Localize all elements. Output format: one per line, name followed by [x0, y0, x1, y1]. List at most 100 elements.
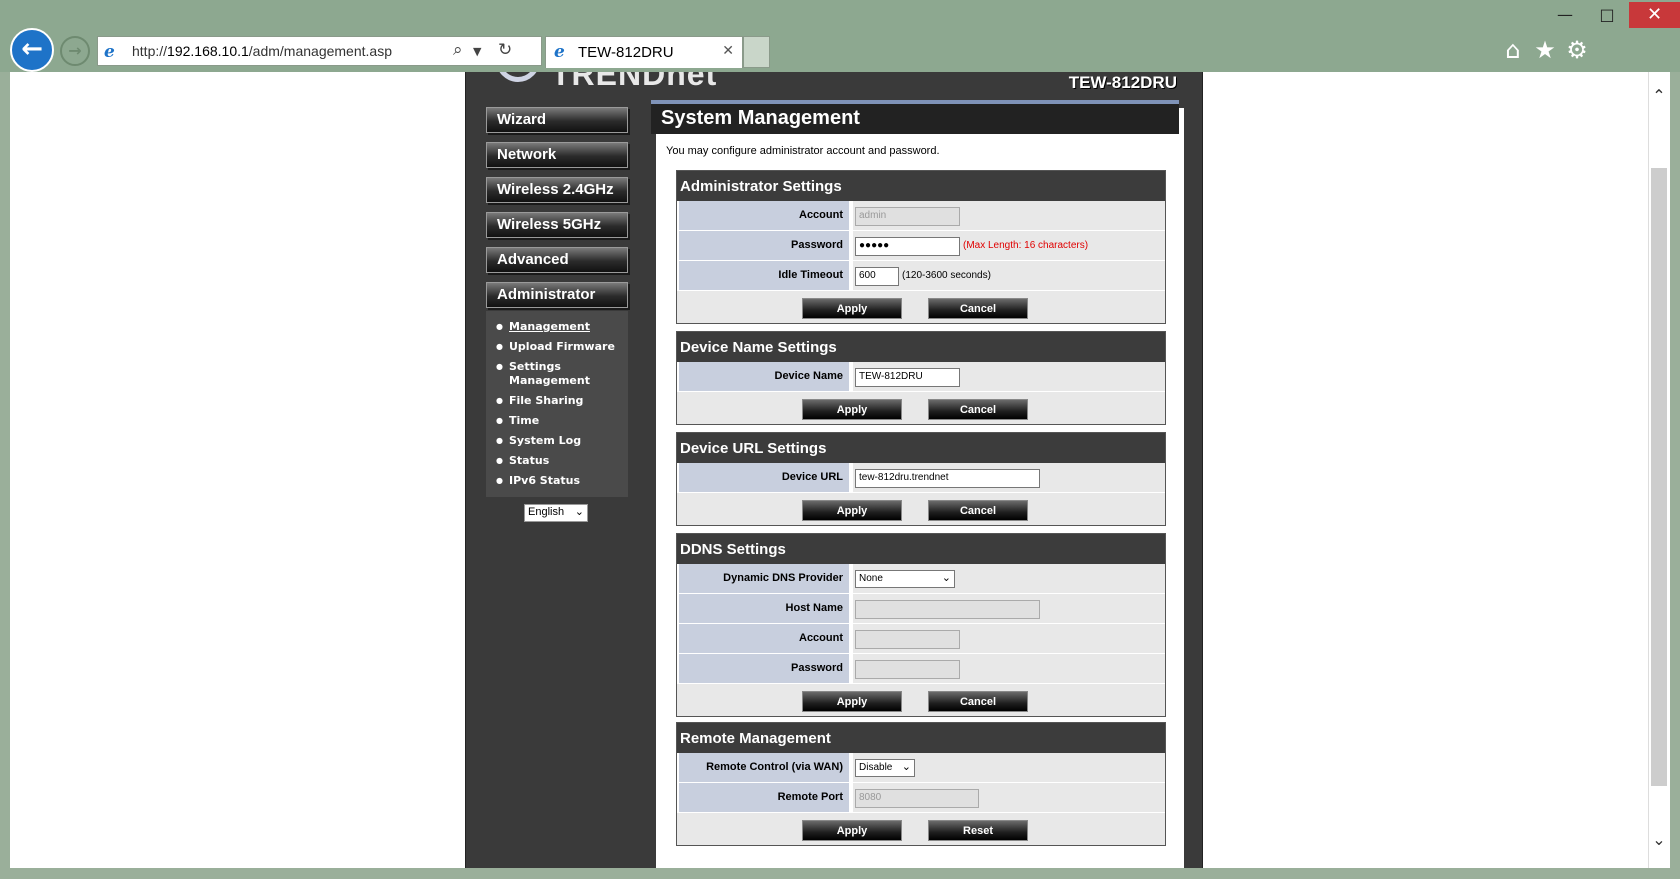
ddns-apply-button[interactable]: Apply: [802, 691, 902, 712]
search-icon[interactable]: ⌕: [453, 40, 463, 60]
brand-logo-text: TRENDnet: [551, 72, 718, 92]
back-icon[interactable]: ←: [10, 28, 54, 72]
button-row: Apply Cancel: [677, 493, 1165, 525]
device-url-field[interactable]: tew-812dru.trendnet: [855, 469, 1040, 488]
admin-cancel-button[interactable]: Cancel: [928, 298, 1028, 319]
ddns-provider-value: None: [859, 573, 883, 584]
device-url-label: Device URL: [679, 463, 849, 492]
form-row: Host Name: [677, 594, 1165, 624]
password-hint: (Max Length: 16 characters): [963, 240, 1089, 251]
home-icon[interactable]: ⌂: [1498, 36, 1528, 64]
router-page: TRENDnet TEW-812DRU Wizard Network Wirel…: [465, 72, 1203, 868]
new-tab-button[interactable]: [743, 36, 770, 68]
address-bar[interactable]: e http://192.168.10.1/adm/management.asp…: [97, 36, 542, 66]
refresh-icon[interactable]: ↻: [498, 40, 512, 60]
button-row: Apply Reset: [677, 813, 1165, 845]
submenu-upload-firmware[interactable]: Upload Firmware: [496, 337, 628, 357]
device-name-apply-button[interactable]: Apply: [802, 399, 902, 420]
form-row: Dynamic DNS Provider None ⌄: [677, 564, 1165, 594]
button-row: Apply Cancel: [677, 684, 1165, 716]
idle-timeout-hint: (120-3600 seconds): [902, 270, 991, 281]
language-value: English: [528, 506, 565, 518]
idle-timeout-label: Idle Timeout: [679, 261, 849, 290]
ddns-account-label: Account: [679, 624, 849, 653]
remote-control-select[interactable]: Disable ⌄: [855, 759, 915, 777]
section-title: Administrator Settings: [677, 171, 1165, 201]
ie-icon: e: [554, 42, 565, 62]
gear-icon[interactable]: ⚙: [1562, 36, 1592, 64]
main-content: System Management You may configure admi…: [651, 100, 1184, 868]
account-label: Account: [679, 201, 849, 230]
section-title: DDNS Settings: [677, 534, 1165, 564]
chevron-down-icon: ⌄: [941, 572, 951, 584]
remote-control-value: Disable: [859, 762, 893, 773]
remote-port-label: Remote Port: [679, 783, 849, 812]
submenu-time[interactable]: Time: [496, 411, 628, 431]
submenu-management[interactable]: Management: [496, 317, 628, 337]
remote-port-field: 8080: [855, 789, 979, 808]
menu-wizard[interactable]: Wizard: [486, 107, 628, 133]
ddns-provider-select[interactable]: None ⌄: [855, 570, 955, 588]
dropdown-icon[interactable]: ▼: [473, 45, 481, 58]
form-row: Account admin: [677, 201, 1165, 231]
tab-title: TEW-812DRU: [578, 44, 674, 61]
admin-submenu: Management Upload Firmware Settings Mana…: [486, 311, 628, 497]
form-row: Idle Timeout 600 (120-3600 seconds): [677, 261, 1165, 291]
trendnet-logo-icon: [496, 72, 540, 82]
form-row: Account: [677, 624, 1165, 654]
intro-text: You may configure administrator account …: [666, 145, 940, 157]
button-row: Apply Cancel: [677, 291, 1165, 323]
submenu-file-sharing[interactable]: File Sharing: [496, 391, 628, 411]
close-tab-icon[interactable]: ✕: [722, 43, 734, 59]
submenu-ipv6-status[interactable]: IPv6 Status: [496, 471, 628, 491]
scroll-down-icon[interactable]: ⌄: [1650, 830, 1668, 849]
password-label: Password: [679, 231, 849, 260]
submenu-system-log[interactable]: System Log: [496, 431, 628, 451]
close-icon[interactable]: ✕: [1629, 2, 1680, 28]
ddns-password-label: Password: [679, 654, 849, 683]
forward-icon[interactable]: →: [60, 36, 90, 66]
button-row: Apply Cancel: [677, 392, 1165, 424]
remote-reset-button[interactable]: Reset: [928, 820, 1028, 841]
minimize-icon[interactable]: —: [1545, 2, 1585, 28]
submenu-status[interactable]: Status: [496, 451, 628, 471]
host-name-label: Host Name: [679, 594, 849, 623]
ddns-cancel-button[interactable]: Cancel: [928, 691, 1028, 712]
menu-administrator[interactable]: Administrator: [486, 282, 628, 308]
section-title: Device Name Settings: [677, 332, 1165, 362]
scroll-up-icon[interactable]: ⌃: [1650, 86, 1668, 105]
menu-wireless-5[interactable]: Wireless 5GHz: [486, 212, 628, 238]
page-title: System Management: [661, 107, 860, 129]
page-title-bar: System Management: [651, 100, 1179, 134]
form-row: Remote Port 8080: [677, 783, 1165, 813]
admin-password-field[interactable]: ●●●●●: [855, 237, 960, 256]
menu-wireless-24[interactable]: Wireless 2.4GHz: [486, 177, 628, 203]
language-select[interactable]: English ⌄: [524, 504, 588, 522]
device-name-field[interactable]: TEW-812DRU: [855, 368, 960, 387]
maximize-icon[interactable]: □: [1585, 2, 1629, 28]
device-url-section: Device URL Settings Device URL tew-812dr…: [676, 432, 1166, 526]
device-name-label: Device Name: [679, 362, 849, 391]
ddns-section: DDNS Settings Dynamic DNS Provider None ⌄…: [676, 533, 1166, 717]
remote-apply-button[interactable]: Apply: [802, 820, 902, 841]
form-row: Device Name TEW-812DRU: [677, 362, 1165, 392]
admin-account-field: admin: [855, 207, 960, 226]
address-url[interactable]: http://192.168.10.1/adm/management.asp: [132, 43, 392, 59]
device-name-cancel-button[interactable]: Cancel: [928, 399, 1028, 420]
device-url-apply-button[interactable]: Apply: [802, 500, 902, 521]
browser-tab[interactable]: e TEW-812DRU ✕: [545, 36, 743, 68]
idle-timeout-field[interactable]: 600: [855, 267, 899, 286]
ddns-password-field: [855, 660, 960, 679]
admin-apply-button[interactable]: Apply: [802, 298, 902, 319]
menu-network[interactable]: Network: [486, 142, 628, 168]
favorites-icon[interactable]: ★: [1530, 36, 1560, 64]
menu-advanced[interactable]: Advanced: [486, 247, 628, 273]
remote-management-section: Remote Management Remote Control (via WA…: [676, 722, 1166, 846]
ddns-provider-label: Dynamic DNS Provider: [679, 564, 849, 593]
chevron-down-icon: ⌄: [574, 506, 584, 518]
device-url-cancel-button[interactable]: Cancel: [928, 500, 1028, 521]
section-title: Remote Management: [677, 723, 1165, 753]
scrollbar-thumb[interactable]: [1651, 168, 1667, 786]
sidebar: Wizard Network Wireless 2.4GHz Wireless …: [486, 107, 634, 522]
submenu-settings-management[interactable]: Settings Management: [496, 357, 628, 391]
